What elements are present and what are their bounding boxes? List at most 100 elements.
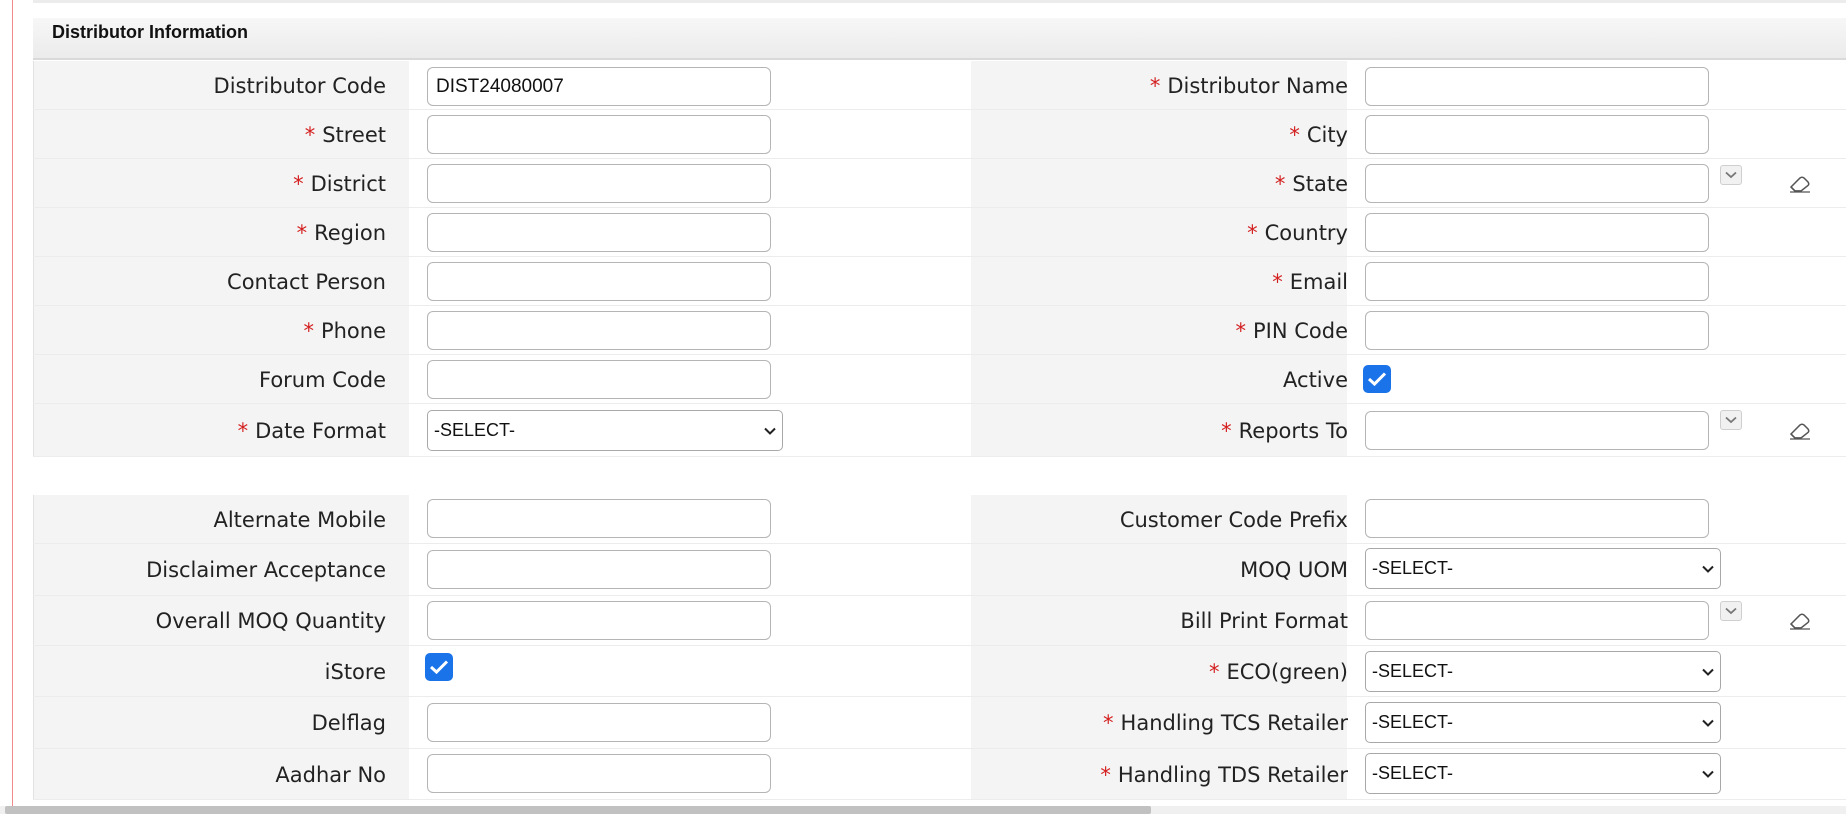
handling-tds-retailer-selected: -SELECT- xyxy=(1372,763,1454,783)
form-row: * Phone * PIN Code xyxy=(33,306,1846,355)
reports-to-label: * Reports To xyxy=(1221,418,1348,443)
district-input[interactable] xyxy=(427,164,771,203)
active-label: Active xyxy=(1283,367,1348,392)
email-input[interactable] xyxy=(1365,262,1709,301)
region-label: * Region xyxy=(296,220,386,245)
disclaimer-acceptance-label: Disclaimer Acceptance xyxy=(146,558,386,582)
required-marker: * xyxy=(1221,418,1232,443)
region-input[interactable] xyxy=(427,213,771,252)
moq-uom-label: MOQ UOM xyxy=(1240,558,1348,582)
required-marker: * xyxy=(1235,318,1246,343)
form-row: Forum Code Active xyxy=(33,355,1846,404)
form-row: * District * State xyxy=(33,159,1846,208)
required-marker: * xyxy=(1103,711,1114,735)
distributor-name-input[interactable] xyxy=(1365,67,1709,106)
chevron-down-icon xyxy=(1725,607,1737,615)
eco-green-selected: -SELECT- xyxy=(1372,661,1454,681)
state-input[interactable] xyxy=(1365,164,1709,203)
handling-tcs-retailer-selected: -SELECT- xyxy=(1372,712,1454,732)
customer-code-prefix-label: Customer Code Prefix xyxy=(1119,507,1348,532)
aadhar-no-input[interactable] xyxy=(427,754,771,793)
required-marker: * xyxy=(1209,659,1220,684)
date-format-label: * Date Format xyxy=(237,418,386,443)
panel-top-border xyxy=(33,0,1846,3)
required-marker: * xyxy=(303,318,314,343)
distributor-code-label: Distributor Code xyxy=(213,73,386,98)
moq-uom-select[interactable]: -SELECT- xyxy=(1365,548,1721,589)
scrollbar-thumb[interactable] xyxy=(5,806,1151,814)
pin-code-input[interactable] xyxy=(1365,311,1709,350)
bill-print-format-input[interactable] xyxy=(1365,601,1709,640)
istore-label: iStore xyxy=(324,659,386,684)
form-row: * Date Format -SELECT- * Reports To xyxy=(33,404,1846,457)
date-format-selected: -SELECT- xyxy=(434,420,516,440)
country-label: * Country xyxy=(1247,220,1348,245)
chevron-down-icon xyxy=(764,427,776,435)
contact-person-input[interactable] xyxy=(427,262,771,301)
city-label: * City xyxy=(1289,122,1348,147)
eraser-icon[interactable] xyxy=(1788,612,1812,630)
section-header xyxy=(33,18,1846,60)
handling-tcs-retailer-select[interactable]: -SELECT- xyxy=(1365,702,1721,743)
chevron-down-icon xyxy=(1725,171,1737,179)
chevron-down-icon xyxy=(1702,719,1714,727)
eco-green-select[interactable]: -SELECT- xyxy=(1365,651,1721,692)
street-label: * Street xyxy=(304,122,386,147)
page-left-rule xyxy=(12,0,13,814)
overall-moq-quantity-label: Overall MOQ Quantity xyxy=(155,609,386,633)
city-input[interactable] xyxy=(1365,115,1709,154)
handling-tcs-retailer-label: * Handling TCS Retailer xyxy=(1103,711,1348,735)
handling-tds-retailer-select[interactable]: -SELECT- xyxy=(1365,753,1721,794)
moq-uom-selected: -SELECT- xyxy=(1372,558,1454,578)
required-marker: * xyxy=(1274,171,1286,196)
checkmark-icon xyxy=(1367,372,1387,387)
form-row: Alternate Mobile Customer Code Prefix xyxy=(33,495,1846,544)
horizontal-scrollbar[interactable] xyxy=(0,806,1846,814)
street-input[interactable] xyxy=(427,115,771,154)
bill-print-format-label: Bill Print Format xyxy=(1180,609,1348,633)
required-marker: * xyxy=(293,171,304,196)
form-row: Contact Person * Email xyxy=(33,257,1846,306)
date-format-select[interactable]: -SELECT- xyxy=(427,410,783,451)
required-marker: * xyxy=(1289,122,1300,147)
alternate-mobile-input[interactable] xyxy=(427,499,771,538)
required-marker: * xyxy=(296,220,308,245)
eraser-icon[interactable] xyxy=(1788,175,1812,193)
handling-tds-retailer-label: * Handling TDS Retailer xyxy=(1100,762,1348,787)
form-row: iStore * ECO(green) -SELECT- xyxy=(33,646,1846,697)
chevron-down-icon xyxy=(1725,416,1737,424)
forum-code-label: Forum Code xyxy=(258,367,386,392)
form-row: Disclaimer Acceptance MOQ UOM -SELECT- xyxy=(33,544,1846,596)
form-row: Distributor Code *Distributor Name xyxy=(33,61,1846,110)
state-lookup-button[interactable] xyxy=(1720,165,1742,185)
state-label: * State xyxy=(1274,171,1348,196)
section-title: Distributor Information xyxy=(52,22,248,42)
disclaimer-acceptance-input[interactable] xyxy=(427,550,771,589)
delflag-input[interactable] xyxy=(427,703,771,742)
delflag-label: Delflag xyxy=(311,711,386,735)
eraser-icon[interactable] xyxy=(1788,422,1812,440)
overall-moq-quantity-input[interactable] xyxy=(427,601,771,640)
forum-code-input[interactable] xyxy=(427,360,771,399)
required-marker: * xyxy=(1247,220,1258,245)
reports-to-input[interactable] xyxy=(1365,411,1709,450)
phone-input[interactable] xyxy=(427,311,771,350)
pin-code-label: * PIN Code xyxy=(1235,318,1348,343)
distributor-name-label: * Distributor Name xyxy=(1149,73,1348,98)
country-input[interactable] xyxy=(1365,213,1709,252)
customer-code-prefix-input[interactable] xyxy=(1365,499,1709,538)
required-marker: * xyxy=(304,122,316,147)
bill-print-format-lookup-button[interactable] xyxy=(1720,601,1742,621)
email-label: * Email xyxy=(1272,269,1348,294)
checkmark-icon xyxy=(429,660,449,675)
form-row: * Street * City xyxy=(33,110,1846,159)
active-checkbox[interactable] xyxy=(1363,365,1391,393)
required-marker: * xyxy=(237,418,249,443)
reports-to-lookup-button[interactable] xyxy=(1720,410,1742,430)
required-marker: * xyxy=(1272,269,1283,294)
distributor-form-panel: Distributor Information Distributor Code… xyxy=(33,0,1846,814)
district-label: * District xyxy=(293,171,386,196)
istore-checkbox[interactable] xyxy=(425,653,453,681)
distributor-code-input[interactable] xyxy=(427,67,771,106)
chevron-down-icon xyxy=(1702,668,1714,676)
